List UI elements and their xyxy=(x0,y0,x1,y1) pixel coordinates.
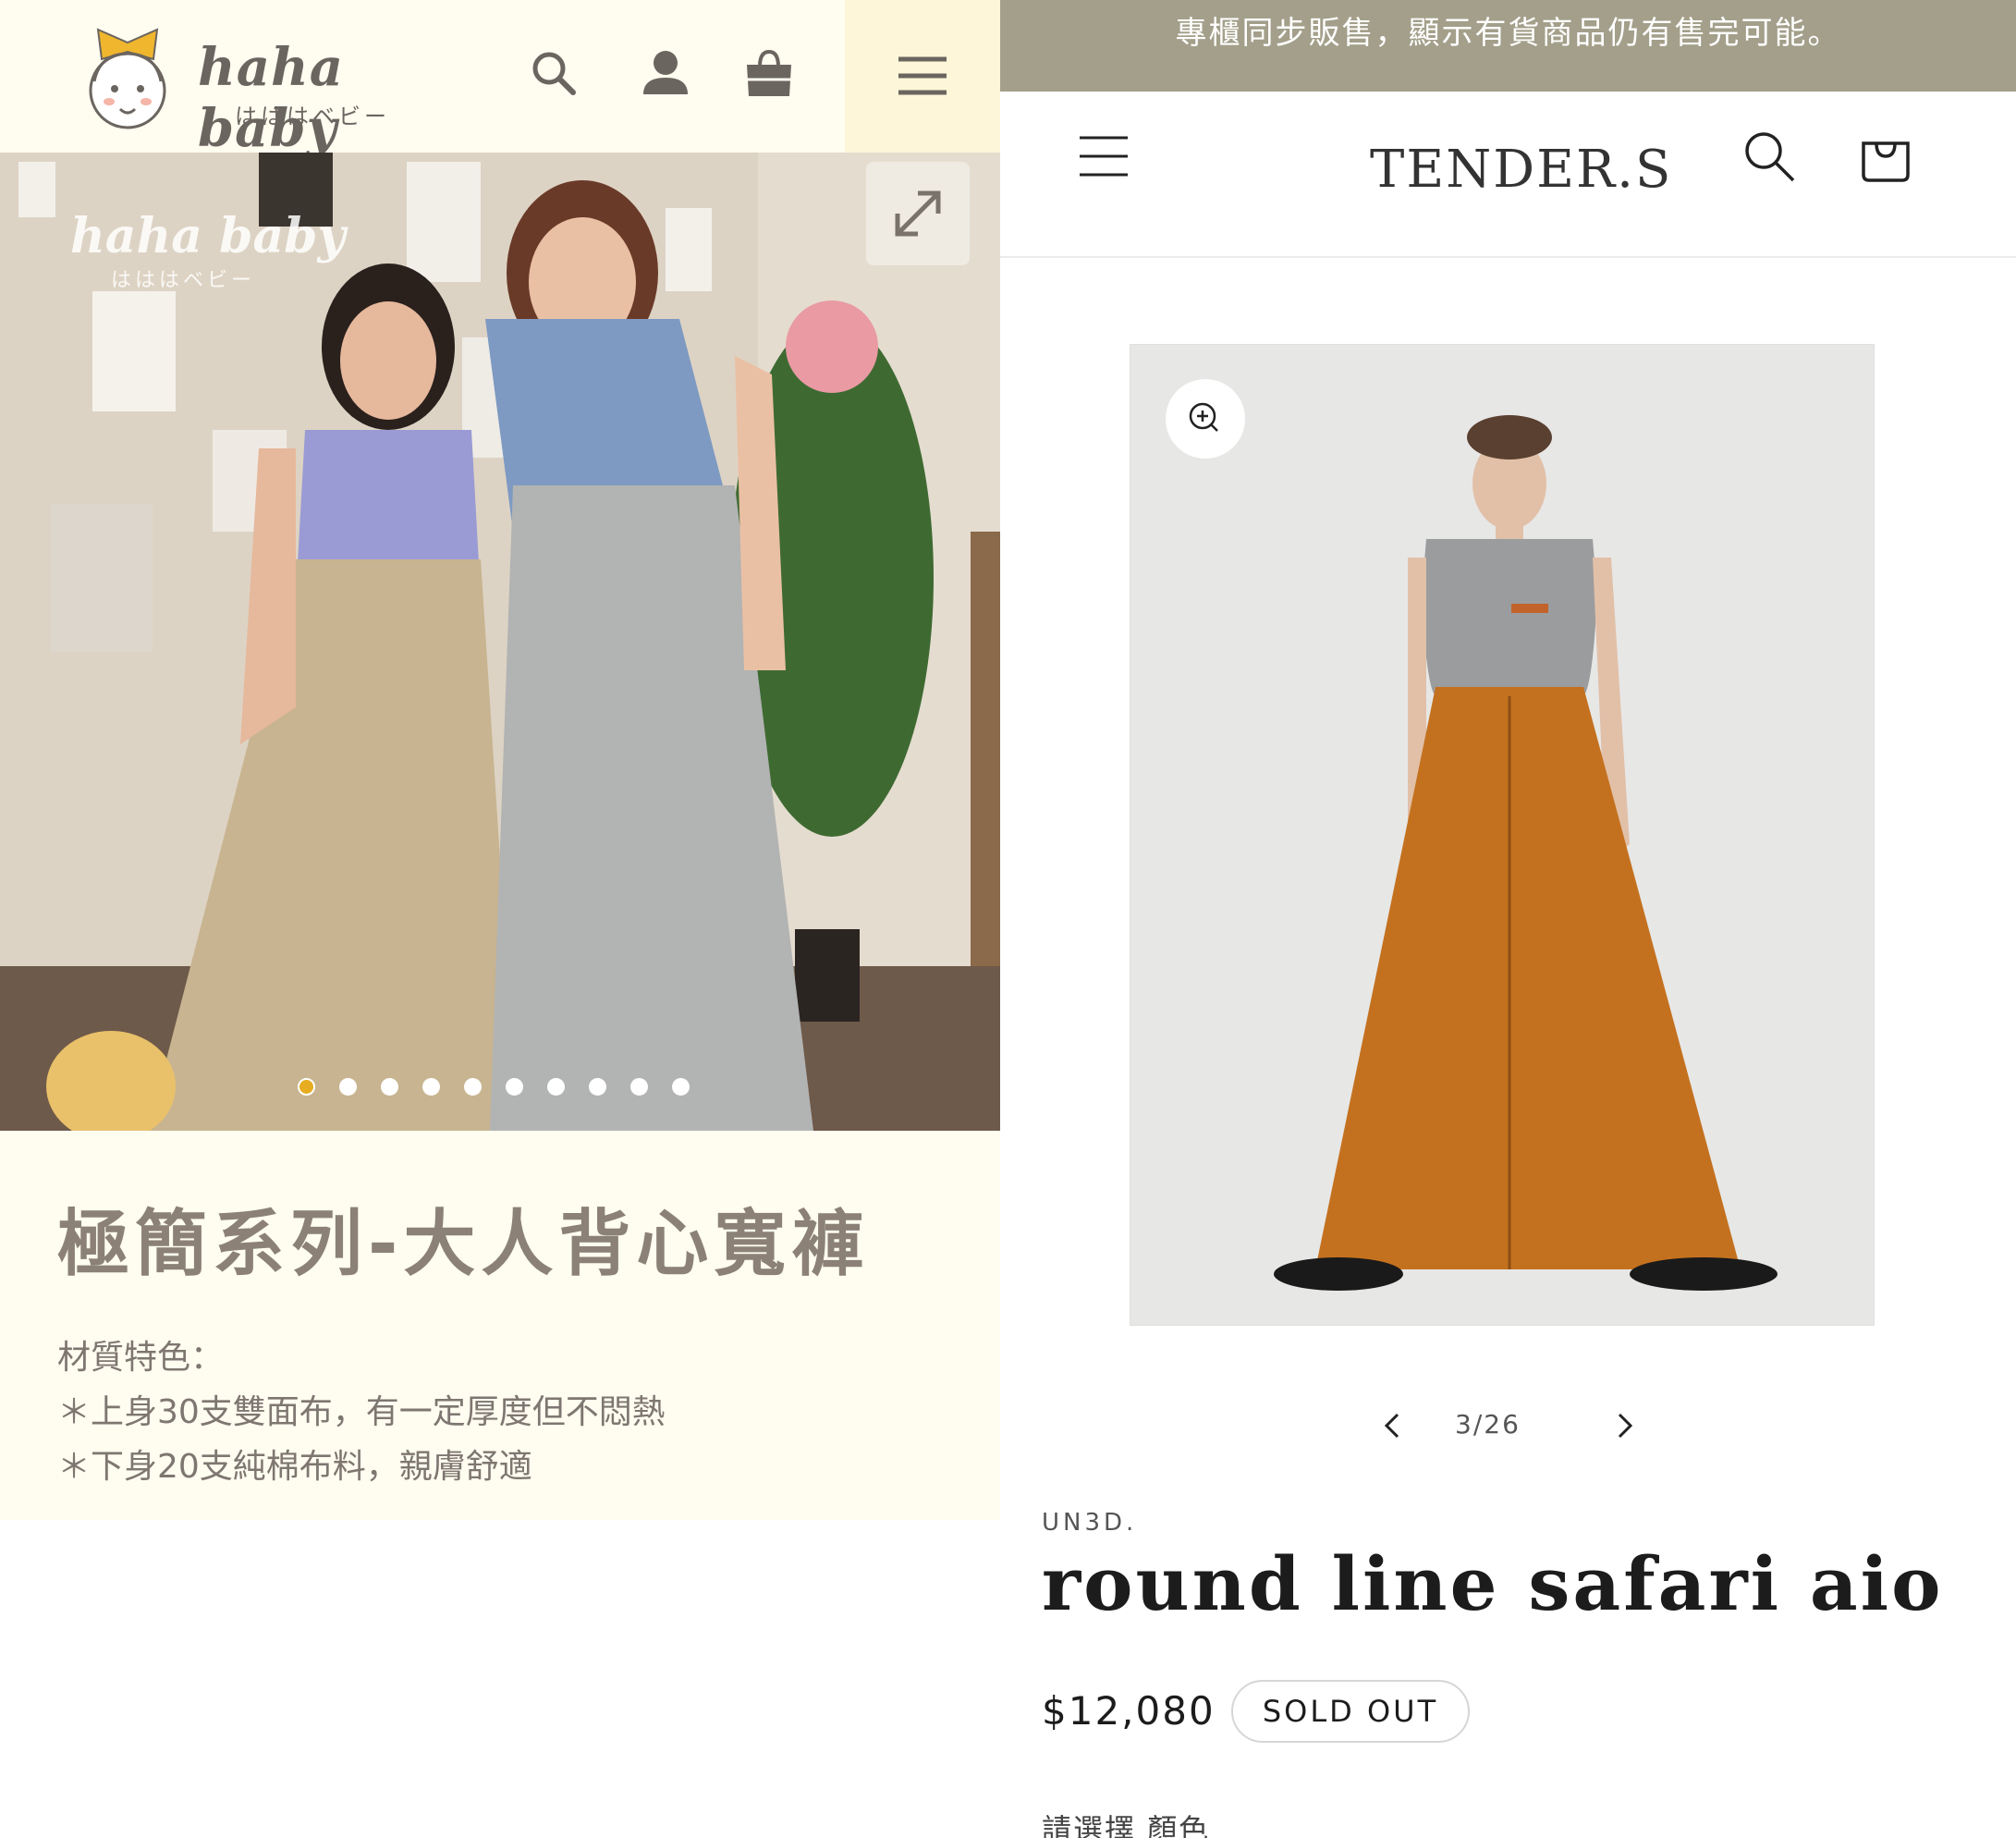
product-photo xyxy=(1130,345,1874,1325)
material-heading: 材質特色： xyxy=(57,1339,225,1377)
menu-icon[interactable] xyxy=(1076,129,1131,184)
zoom-icon xyxy=(1189,402,1218,432)
zoom-button[interactable] xyxy=(1166,379,1245,459)
brand-logo[interactable]: haha baby はははベビー xyxy=(81,17,433,159)
color-option-label: 請選擇 顏色 xyxy=(1042,1812,1211,1838)
cart-icon[interactable] xyxy=(741,46,797,102)
account-icon[interactable] xyxy=(638,46,693,102)
sold-out-badge: SOLD OUT xyxy=(1231,1680,1470,1743)
carousel-dot[interactable] xyxy=(464,1078,482,1096)
carousel-dot[interactable] xyxy=(298,1078,315,1096)
carousel-dot[interactable] xyxy=(381,1078,398,1096)
carousel-dot[interactable] xyxy=(547,1078,565,1096)
watermark-logo: haha baby xyxy=(70,208,346,264)
product-photo xyxy=(0,153,1000,1131)
carousel-dot[interactable] xyxy=(506,1078,523,1096)
search-icon[interactable] xyxy=(527,46,582,102)
announcement-bar: 專櫃同步販售，顯示有貨商品仍有售完可能。 xyxy=(1000,0,2016,92)
material-line: ＊上身30支雙面布，有一定厚度但不悶熱 xyxy=(57,1393,666,1431)
product-image[interactable] xyxy=(1130,344,1875,1326)
brand-logo[interactable]: TENDER.S xyxy=(1370,140,1672,200)
product-title: round line safari aio xyxy=(1042,1540,1944,1627)
menu-icon xyxy=(898,56,947,95)
site-header: haha baby はははベビー xyxy=(0,0,1000,159)
expand-image-button[interactable] xyxy=(866,162,970,265)
product-price: $12,080 xyxy=(1042,1688,1216,1734)
site-header: TENDER.S xyxy=(1000,92,2016,258)
product-vendor: UN3D. xyxy=(1042,1509,1138,1537)
carousel-dots xyxy=(298,1078,690,1100)
gallery-counter: 3/26 xyxy=(1455,1409,1521,1440)
cart-icon[interactable] xyxy=(1858,129,1913,184)
menu-button[interactable] xyxy=(845,0,1000,153)
hahababy-panel: haha baby はははベビー haha baby はははベビー 極簡系列-大… xyxy=(0,0,1000,1838)
carousel-dot[interactable] xyxy=(339,1078,357,1096)
product-description: 材質特色： ＊上身30支雙面布，有一定厚度但不悶熱 ＊下身20支純棉布料，親膚舒… xyxy=(57,1330,666,1494)
search-icon[interactable] xyxy=(1741,129,1797,184)
chevron-right-icon[interactable] xyxy=(1603,1403,1647,1448)
carousel-dot[interactable] xyxy=(422,1078,440,1096)
product-photo-carousel[interactable]: haha baby はははベビー xyxy=(0,153,1000,1131)
chevron-left-icon[interactable] xyxy=(1370,1403,1414,1448)
expand-icon xyxy=(895,190,941,237)
logo-face-icon xyxy=(89,28,166,129)
carousel-dot[interactable] xyxy=(630,1078,648,1096)
tenders-panel: 專櫃同步販售，顯示有貨商品仍有售完可能。 TENDER.S 3/26 UN3D.… xyxy=(1000,0,2016,1838)
carousel-dot[interactable] xyxy=(589,1078,606,1096)
carousel-dot[interactable] xyxy=(672,1078,690,1096)
product-info: 極簡系列-大人背心寬褲 材質特色： ＊上身30支雙面布，有一定厚度但不悶熱 ＊下… xyxy=(0,1131,1000,1520)
gallery-pager: 3/26 xyxy=(1370,1398,1656,1453)
product-title: 極簡系列-大人背心寬褲 xyxy=(57,1203,870,1286)
material-line: ＊下身20支純棉布料，親膚舒適 xyxy=(57,1448,532,1486)
brand-subtitle: はははベビー xyxy=(235,104,390,129)
watermark-subtitle: はははベビー xyxy=(111,269,256,292)
